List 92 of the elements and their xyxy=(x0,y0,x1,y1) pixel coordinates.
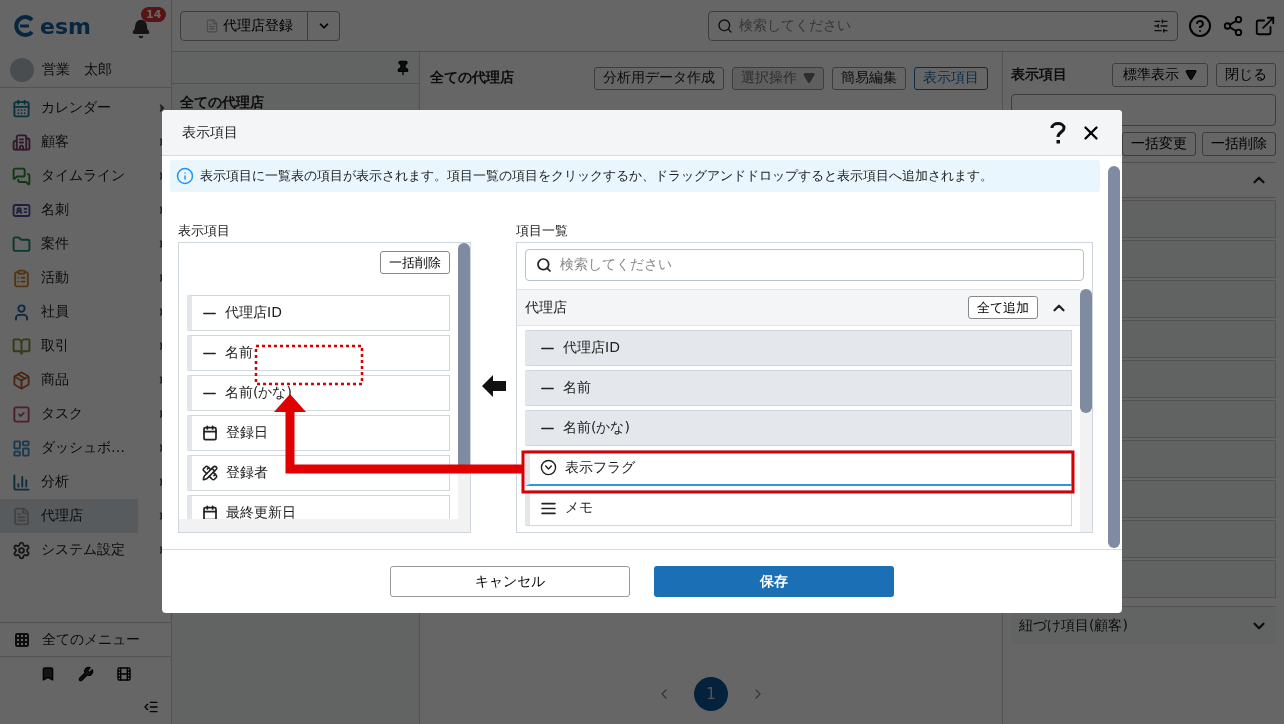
indent-icon[interactable] xyxy=(143,699,159,715)
toolbar-button[interactable]: 分析用データ作成 xyxy=(594,66,724,90)
cancel-button[interactable]: キャンセル xyxy=(390,566,630,597)
dropdown-circle-icon xyxy=(540,459,557,476)
clipboard-icon xyxy=(12,268,31,288)
package-icon xyxy=(12,370,31,390)
search-icon xyxy=(536,257,552,273)
list-title: 全ての代理店 xyxy=(180,94,264,112)
menu-item[interactable]: 顧客 xyxy=(0,125,77,159)
view-select[interactable]: 標準表示 xyxy=(1112,63,1208,87)
share-icon[interactable] xyxy=(1222,14,1244,37)
external-link-icon[interactable] xyxy=(1254,14,1276,37)
dashboard-icon xyxy=(12,438,31,458)
menu-item[interactable]: カレンダー xyxy=(0,91,119,125)
field-item[interactable]: メモ xyxy=(525,490,1072,526)
menu-item[interactable]: 社員 xyxy=(0,295,77,329)
bulk-button[interactable]: 一括削除 xyxy=(1202,132,1276,156)
menu-item[interactable]: ダッシュボ… xyxy=(0,431,133,465)
building-icon xyxy=(12,132,31,152)
caret-icon xyxy=(803,72,815,84)
search-field[interactable]: 検索してください xyxy=(525,249,1084,281)
toolbar-button[interactable]: 簡易編集 xyxy=(832,66,906,90)
document-icon xyxy=(205,18,219,33)
settings-icon xyxy=(12,540,31,560)
toolbar-button[interactable]: 表示項目 xyxy=(914,66,988,90)
avatar xyxy=(10,57,34,82)
panel-title: 表示項目 xyxy=(1011,66,1067,84)
logo-icon xyxy=(14,15,36,37)
scrollbar-track[interactable] xyxy=(1080,289,1092,532)
folder-icon xyxy=(12,234,31,254)
menu-item[interactable]: 商品 xyxy=(0,363,77,397)
wrench-icon[interactable] xyxy=(77,665,94,682)
field-item[interactable]: 最終更新日 xyxy=(187,495,450,519)
field-item[interactable]: 名前 xyxy=(525,370,1072,406)
menu-item[interactable]: 名刺 xyxy=(0,193,77,227)
calendar-icon xyxy=(12,98,31,118)
register-button[interactable]: 代理店登録 xyxy=(180,10,308,41)
add-all-button[interactable]: 全て追加 xyxy=(968,296,1038,319)
chat-icon xyxy=(12,166,31,186)
menu-item[interactable]: 活動 xyxy=(0,261,77,295)
menu-item[interactable]: タイムライン xyxy=(0,159,133,193)
clear-all-button[interactable]: 一括削除 xyxy=(380,251,450,274)
field-item[interactable]: 代理店ID xyxy=(525,330,1072,366)
panel-title: 表示項目 xyxy=(178,222,231,240)
field-item[interactable]: 名前 xyxy=(187,335,450,371)
info-text: 表示項目に一覧表の項目が表示されます。項目一覧の項目をクリックするか、ドラッグアンドドロップすると表示項目へ追加されます。 xyxy=(200,167,993,185)
scrollbar-thumb[interactable] xyxy=(1108,166,1120,548)
bulk-button[interactable]: 一括変更 xyxy=(1122,132,1196,156)
close-panel-button[interactable]: 閉じる xyxy=(1216,63,1276,87)
help-icon[interactable] xyxy=(1050,120,1066,145)
scrollbar-thumb[interactable] xyxy=(1080,289,1092,413)
field-item[interactable]: 名前(かな) xyxy=(525,410,1072,446)
dropdown-button[interactable] xyxy=(308,10,340,41)
menu-item[interactable]: 取引 xyxy=(0,329,77,363)
notification-badge: 14 xyxy=(141,7,167,22)
search-icon xyxy=(717,17,733,34)
scrollbar-track[interactable] xyxy=(458,243,470,532)
calendar-icon xyxy=(202,505,218,519)
grid-icon xyxy=(14,631,30,648)
pin-icon[interactable] xyxy=(395,59,411,76)
logo-text: esm xyxy=(40,13,91,39)
bar-chart-icon xyxy=(12,472,31,492)
user-name: 営業 太郎 xyxy=(42,60,112,79)
section-header[interactable]: 紐づけ項目(顧客) xyxy=(1011,606,1276,644)
group-header[interactable]: 代理店 全て追加 xyxy=(517,289,1080,326)
field-item[interactable]: 表示フラグ xyxy=(525,450,1072,486)
menu-item[interactable]: 代理店 xyxy=(0,499,138,533)
all-menu-item[interactable]: 全てのメニュー xyxy=(0,622,171,656)
field-item[interactable]: 登録日 xyxy=(187,415,450,451)
page-title: 全ての代理店 xyxy=(430,69,514,87)
checkbox-icon xyxy=(12,404,31,424)
left-arrow-icon xyxy=(481,374,506,397)
person-icon xyxy=(12,302,31,322)
save-button[interactable]: 保存 xyxy=(654,566,894,597)
menu-item[interactable]: システム設定 xyxy=(0,533,133,567)
book-icon xyxy=(12,336,31,356)
document-icon xyxy=(12,506,31,526)
scrollbar-track[interactable] xyxy=(179,519,458,532)
info-icon xyxy=(176,167,194,185)
pencil-ruler-icon xyxy=(202,465,218,481)
field-item[interactable]: 代理店ID xyxy=(187,295,450,331)
bell-icon[interactable] xyxy=(131,19,151,39)
film-icon[interactable] xyxy=(115,665,132,682)
calendar-icon xyxy=(202,425,218,441)
dialog-title: 表示項目 xyxy=(182,123,239,142)
menu-item[interactable]: 案件 xyxy=(0,227,77,261)
caret-icon xyxy=(1185,69,1197,81)
menu-item[interactable]: タスク xyxy=(0,397,91,431)
menu-item[interactable]: 分析 xyxy=(0,465,77,499)
sliders-icon[interactable] xyxy=(1153,17,1169,34)
page-button[interactable]: 1 xyxy=(694,677,728,711)
panel-title: 項目一覧 xyxy=(516,222,569,240)
